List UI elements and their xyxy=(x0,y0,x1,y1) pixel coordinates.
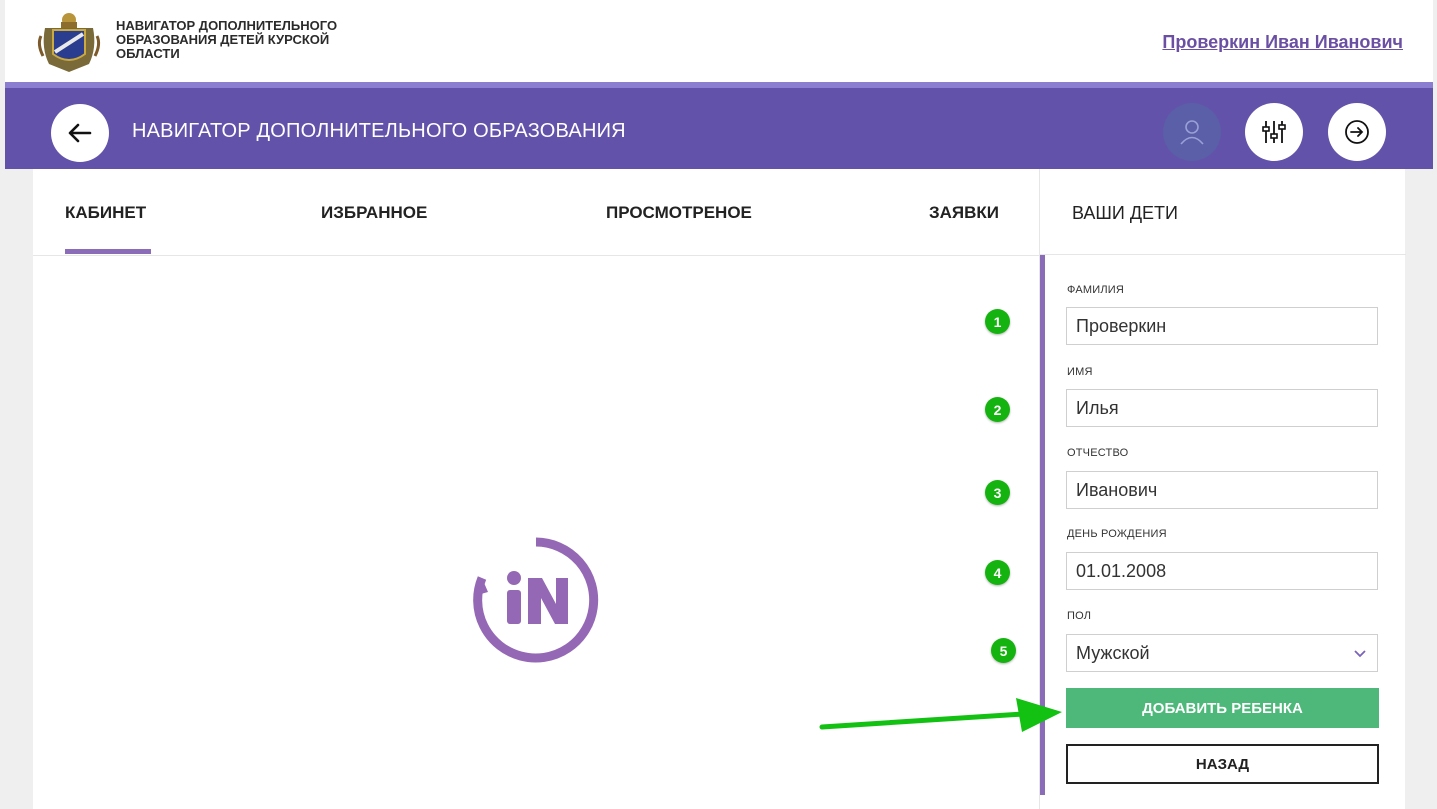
tab-cabinet[interactable]: КАБИНЕТ xyxy=(65,203,146,223)
navigator-in-logo xyxy=(473,537,599,663)
lastname-label: ФАМИЛИЯ xyxy=(1067,284,1124,296)
arrow-right-circle-icon xyxy=(1345,120,1369,144)
site-title-line: ОБЛАСТИ xyxy=(116,46,180,61)
back-button[interactable] xyxy=(51,104,109,162)
birthday-label: ДЕНЬ РОЖДЕНИЯ xyxy=(1067,528,1167,540)
children-panel: ВАШИ ДЕТИ ФАМИЛИЯ ИМЯ ОТЧЕСТВО ДЕНЬ РОЖД… xyxy=(1039,169,1406,809)
annotation-step-4: 4 xyxy=(985,560,1010,585)
annotation-step-5: 5 xyxy=(991,638,1016,663)
active-tab-indicator xyxy=(65,249,151,254)
firstname-field[interactable] xyxy=(1066,389,1378,427)
chevron-down-icon xyxy=(1354,650,1366,658)
birthday-field[interactable] xyxy=(1066,552,1378,590)
patronymic-label: ОТЧЕСТВО xyxy=(1067,447,1129,459)
annotation-step-1: 1 xyxy=(985,309,1010,334)
logout-button[interactable] xyxy=(1328,103,1386,161)
lastname-field[interactable] xyxy=(1066,307,1378,345)
arrow-left-icon xyxy=(68,123,92,143)
tab-viewed[interactable]: ПРОСМОТРЕНОЕ xyxy=(606,203,752,223)
main-content: КАБИНЕТ ИЗБРАННОЕ ПРОСМОТРЕНОЕ ЗАЯВКИ 1 … xyxy=(33,169,1406,809)
gender-select[interactable]: Мужской xyxy=(1066,634,1378,672)
annotation-step-2: 2 xyxy=(985,397,1010,422)
divider xyxy=(1040,254,1406,255)
user-profile-link[interactable]: Проверкин Иван Иванович xyxy=(1162,32,1403,53)
site-title-line: ОБРАЗОВАНИЯ ДЕТЕЙ КУРСКОЙ xyxy=(116,32,330,47)
site-title: НАВИГАТОР ДОПОЛНИТЕЛЬНОГО ОБРАЗОВАНИЯ ДЕ… xyxy=(116,19,376,61)
patronymic-field[interactable] xyxy=(1066,471,1378,509)
back-text-button[interactable]: НАЗАД xyxy=(1066,744,1379,784)
annotation-arrow-icon xyxy=(819,698,1062,732)
tab-applications[interactable]: ЗАЯВКИ xyxy=(929,203,999,223)
annotation-step-3: 3 xyxy=(985,480,1010,505)
avatar-button xyxy=(1163,103,1221,161)
filter-button[interactable] xyxy=(1245,103,1303,161)
coat-of-arms-logo xyxy=(37,13,101,72)
add-child-button[interactable]: ДОБАВИТЬ РЕБЕНКА xyxy=(1066,688,1379,728)
navigation-bar: НАВИГАТОР ДОПОЛНИТЕЛЬНОГО ОБРАЗОВАНИЯ xyxy=(5,82,1433,169)
cabinet-tabs: КАБИНЕТ ИЗБРАННОЕ ПРОСМОТРЕНОЕ ЗАЯВКИ xyxy=(33,169,1039,256)
user-icon xyxy=(1180,120,1204,145)
site-header: НАВИГАТОР ДОПОЛНИТЕЛЬНОГО ОБРАЗОВАНИЯ ДЕ… xyxy=(5,0,1433,82)
sliders-icon xyxy=(1262,121,1286,143)
navbar-title: НАВИГАТОР ДОПОЛНИТЕЛЬНОГО ОБРАЗОВАНИЯ xyxy=(132,120,626,142)
children-panel-title: ВАШИ ДЕТИ xyxy=(1072,203,1178,223)
firstname-label: ИМЯ xyxy=(1067,366,1093,378)
tab-favorites[interactable]: ИЗБРАННОЕ xyxy=(321,203,427,223)
site-title-line: НАВИГАТОР ДОПОЛНИТЕЛЬНОГО xyxy=(116,18,338,33)
gender-label: ПОЛ xyxy=(1067,610,1092,622)
gender-select-value: Мужской xyxy=(1076,643,1150,663)
